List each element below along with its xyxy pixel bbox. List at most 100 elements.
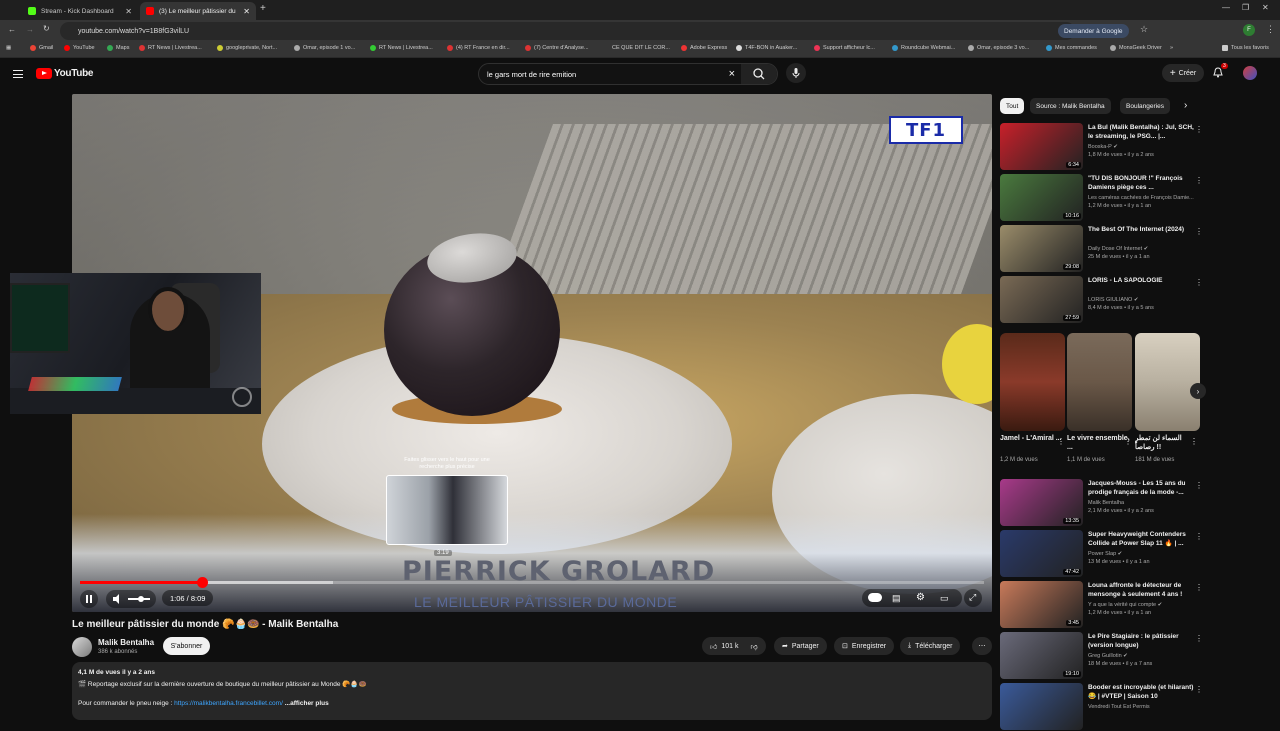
shorts-next-icon[interactable]: › [1190,383,1206,399]
apps-icon[interactable]: ▦ [6,45,11,51]
channel-name[interactable]: Malik Bentalha [98,638,154,647]
bookmark-item[interactable]: Maps [107,45,129,51]
recommendation-item[interactable]: 13:35 Jacques-Mouss - Les 15 ans du prodi… [1000,479,1203,527]
avatar[interactable] [1243,66,1257,80]
video-title: Jacques-Mouss - Les 15 ans du prodige fr… [1088,480,1186,496]
bookmark-item[interactable]: Adobe Express [681,45,727,51]
scrubber-handle[interactable] [197,577,209,588]
more-options-icon[interactable]: ⋮ [1195,532,1203,541]
progress-bar[interactable] [80,577,984,588]
bookmark-item[interactable]: Mes commandes [1046,45,1097,51]
recommendation-item[interactable]: Booder est incroyable (et hilarant) 😂 | … [1000,683,1203,731]
autoplay-toggle[interactable] [868,593,882,602]
like-button[interactable]: 👍︎ 101 k 👎︎ [702,637,766,655]
url-bar[interactable]: youtube.com/watch?v=1B8fG3vilLU [60,22,1075,40]
more-options-icon[interactable]: ⋮ [1195,634,1203,643]
pause-button[interactable] [80,590,98,608]
browser-menu-icon[interactable]: ⋮ [1266,24,1275,35]
video-meta: 1,2 M de vues • il y a 1 an [1088,203,1152,209]
bookmark-star-icon[interactable]: ☆ [1140,24,1148,35]
create-button[interactable]: + Créer [1162,64,1204,82]
back-icon[interactable]: ← [8,25,16,34]
description-link[interactable]: https://malikbentalha.francebillet.com/ [174,700,283,707]
close-tab-icon[interactable]: ✕ [243,7,250,16]
close-tab-icon[interactable]: ✕ [125,7,132,16]
more-options-icon[interactable]: ⋮ [1195,125,1203,134]
reload-icon[interactable]: ↻ [43,24,50,33]
bookmark-item[interactable]: googleprivate, Nort... [217,45,277,51]
thumbs-down-icon[interactable]: 👎︎ [750,642,757,651]
maximize-icon[interactable]: ❐ [1242,3,1249,12]
short-more-icon[interactable]: ⋮ [1057,437,1065,446]
notifications-bell-icon[interactable] [1213,67,1223,78]
description-box[interactable]: 4,1 M de vues il y a 2 ans 🎬 Reportage e… [72,662,992,720]
subtitles-icon[interactable]: ▤ [892,593,901,604]
bookmark-item[interactable]: RT News | Livestrea... [370,45,433,51]
recommendation-item[interactable]: 19:10 Le Pire Stagiaire : le pâtissier (v… [1000,632,1203,680]
short-item[interactable]: Le vivre ensemble, ... 1,1 M de vues [1067,333,1132,463]
more-options-icon[interactable]: ⋮ [1195,481,1203,490]
bookmark-item[interactable]: CE QUE DIT LE COR... [612,45,670,51]
chip-all[interactable]: Tout [1000,98,1025,114]
chip-source[interactable]: Source : Malik Bentalha [1030,98,1111,114]
search-input[interactable]: le gars mort de rire emition [487,70,576,79]
volume-control[interactable] [106,590,156,608]
new-tab-icon[interactable]: + [260,3,266,14]
all-bookmarks[interactable]: Tous les favoris [1222,45,1269,51]
chip-bakeries[interactable]: Boulangeries [1120,98,1170,114]
recommendation-item[interactable]: 47:42 Super Heavyweight Contenders Collid… [1000,530,1203,578]
show-more-button[interactable]: ...afficher plus [285,700,329,707]
more-options-icon[interactable]: ⋮ [1195,583,1203,592]
recommendation-item[interactable]: 3:45 Louna affronte le détecteur de menso… [1000,581,1203,629]
short-item[interactable]: Jamel - L'Amiral ... 1,2 M de vues [1000,333,1065,463]
clear-search-icon[interactable]: × [729,68,735,80]
voice-search-button[interactable] [786,63,806,83]
share-button[interactable]: ➦ Partager [774,637,827,655]
profile-icon[interactable]: F [1243,24,1255,36]
menu-icon[interactable] [13,70,23,78]
search-box[interactable]: le gars mort de rire emition × [478,63,778,85]
channel-avatar[interactable] [72,637,92,657]
short-more-icon[interactable]: ⋮ [1124,437,1132,446]
more-options-icon[interactable]: ⋮ [1195,685,1203,694]
chips-next-icon[interactable]: › [1184,100,1187,111]
recommendation-item[interactable]: 6:34 La Bul (Malik Bentalha) : Jul, SCH, … [1000,123,1203,171]
browser-tab-youtube[interactable]: (3) Le meilleur pâtissier du ✕ [140,2,256,20]
recommendation-item[interactable]: 10:16 "TU DIS BONJOUR !" François Damiens… [1000,174,1203,222]
close-window-icon[interactable]: ✕ [1262,3,1269,12]
more-bookmarks-icon[interactable]: » [1170,45,1173,51]
more-options-icon[interactable]: ⋮ [1195,278,1203,287]
theater-mode-icon[interactable]: ▭ [940,593,949,604]
bookmark-item[interactable]: Omar, episode 3 vo... [968,45,1029,51]
volume-handle[interactable] [138,596,144,602]
more-options-icon[interactable]: ⋮ [1195,176,1203,185]
bookmark-item[interactable]: T4F-BON in Auaker... [736,45,797,51]
bookmark-item[interactable]: Support afficheur lc... [814,45,875,51]
youtube-logo[interactable]: YouTube [36,68,94,79]
subscribe-button[interactable]: S'abonner [163,637,210,655]
browser-tab-kick[interactable]: Stream - Kick Dashboard ✕ [22,2,138,20]
save-button[interactable]: ⊡ Enregistrer [834,637,895,655]
bookmark-item[interactable]: RT News | Livestrea... [139,45,202,51]
short-more-icon[interactable]: ⋮ [1190,437,1198,446]
recommendation-item[interactable]: 27:59 LORIS - LA SAPOLOGIE LORIS GIULIANO … [1000,276,1203,324]
bookmark-item[interactable]: Roundcube Webmai... [892,45,955,51]
search-button[interactable] [741,64,777,84]
fullscreen-button[interactable]: ⤢ [964,589,982,607]
minimize-icon[interactable]: — [1222,3,1230,12]
more-actions-button[interactable]: ⋯ [972,637,992,655]
settings-gear-icon[interactable]: ⚙ [916,592,925,603]
bookmark-icon [217,45,223,51]
more-options-icon[interactable]: ⋮ [1195,227,1203,236]
volume-slider[interactable] [128,596,150,602]
bookmark-item[interactable]: YouTube [64,45,95,51]
bookmark-item[interactable]: MonsGeek Driver [1110,45,1162,51]
ask-google-button[interactable]: Demander à Google [1058,24,1129,38]
download-button[interactable]: ⤓ Télécharger [900,637,961,655]
bookmark-item[interactable]: Gmail [30,45,53,51]
forward-icon[interactable]: → [26,25,34,34]
bookmark-item[interactable]: Omar, episode 1 vo... [294,45,355,51]
recommendation-item[interactable]: 29:08 The Best Of The Internet (2024) Dail… [1000,225,1203,273]
bookmark-item[interactable]: (4) RT France en dir... [447,45,510,51]
bookmark-item[interactable]: (7) Centre d'Analyse... [525,45,589,51]
